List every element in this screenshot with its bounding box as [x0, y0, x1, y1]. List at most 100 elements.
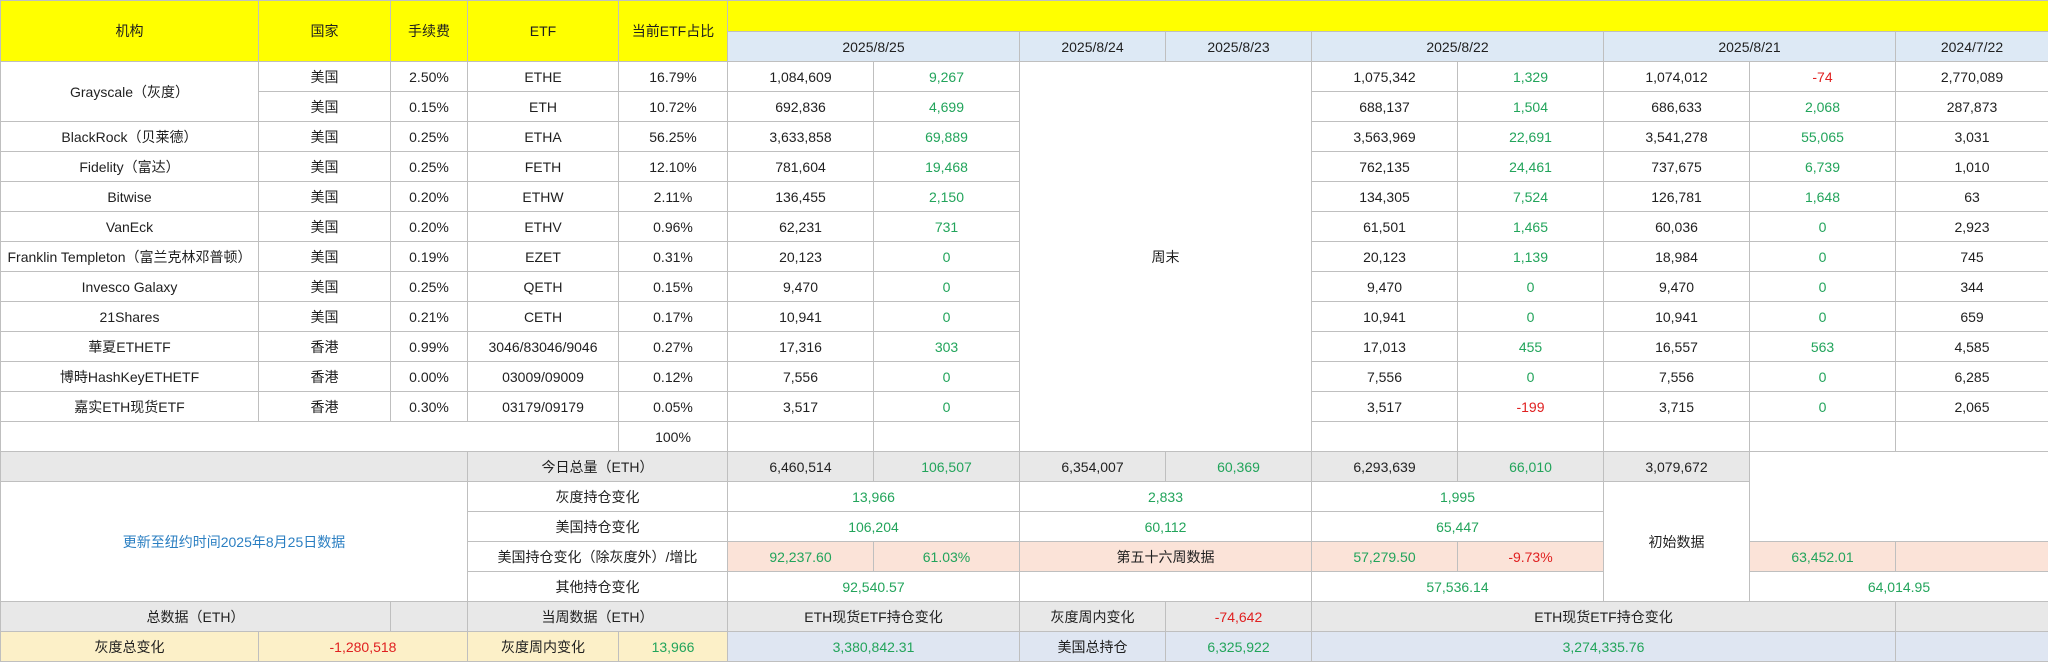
etf-ticker-cell[interactable]: FETH: [467, 151, 619, 182]
holding-8-21[interactable]: 686,633: [1603, 91, 1750, 122]
share-cell[interactable]: 0.96%: [618, 211, 728, 242]
holding-8-25[interactable]: 1,084,609: [727, 61, 874, 92]
share-cell[interactable]: 0.27%: [618, 331, 728, 362]
holding-8-25[interactable]: 3,517: [727, 391, 874, 422]
date-2025-8-25[interactable]: 2025/8/25: [727, 31, 1020, 62]
change-8-25[interactable]: 303: [873, 331, 1020, 362]
gray-change-8-21[interactable]: 1,995: [1311, 481, 1604, 512]
share-cell[interactable]: 16.79%: [618, 61, 728, 92]
change-8-22[interactable]: 7,524: [1457, 181, 1604, 212]
change-8-22[interactable]: 455: [1457, 331, 1604, 362]
change-8-25[interactable]: 0: [873, 271, 1020, 302]
change-8-21[interactable]: 0: [1749, 391, 1896, 422]
change-8-25[interactable]: 0: [873, 241, 1020, 272]
baseline-2024-7-22[interactable]: 2,923: [1895, 211, 2048, 242]
blank-cell[interactable]: [1457, 421, 1604, 452]
institution-name[interactable]: Grayscale（灰度）: [0, 61, 259, 122]
today-total-8-25[interactable]: 6,460,514: [727, 451, 874, 482]
share-cell[interactable]: 2.11%: [618, 181, 728, 212]
institution-name[interactable]: Fidelity（富达）: [0, 151, 259, 182]
holding-8-22[interactable]: 20,123: [1311, 241, 1458, 272]
header-yellow-band[interactable]: [727, 0, 2048, 32]
blank-cell[interactable]: [873, 421, 1020, 452]
share-cell[interactable]: 10.72%: [618, 91, 728, 122]
blank-cell[interactable]: [0, 451, 468, 482]
blank-cell[interactable]: [1603, 421, 1750, 452]
share-cell[interactable]: 0.17%: [618, 301, 728, 332]
etf-ticker-cell[interactable]: QETH: [467, 271, 619, 302]
fee-cell[interactable]: 0.99%: [390, 331, 468, 362]
week-data-label[interactable]: 当周数据（ETH）: [467, 601, 728, 632]
change-8-21[interactable]: 0: [1749, 271, 1896, 302]
fee-cell[interactable]: 0.30%: [390, 391, 468, 422]
institution-name[interactable]: BlackRock（贝莱德）: [0, 121, 259, 152]
weekend-cell[interactable]: 周末: [1019, 61, 1312, 452]
holding-8-21[interactable]: 126,781: [1603, 181, 1750, 212]
baseline-2024-7-22[interactable]: 1,010: [1895, 151, 2048, 182]
other-change-8-25[interactable]: 92,540.57: [727, 571, 1020, 602]
gray-week-label-2[interactable]: 灰度周内变化: [467, 631, 619, 662]
holding-8-25[interactable]: 692,836: [727, 91, 874, 122]
us-ex-gray-ratio-8-25[interactable]: 61.03%: [873, 541, 1020, 572]
country-cell[interactable]: 美国: [258, 301, 391, 332]
us-ex-gray-ratio-8-22[interactable]: -9.73%: [1457, 541, 1604, 572]
share-cell[interactable]: 12.10%: [618, 151, 728, 182]
header-institution[interactable]: 机构: [0, 0, 259, 62]
holding-8-21[interactable]: 3,541,278: [1603, 121, 1750, 152]
holding-8-22[interactable]: 10,941: [1311, 301, 1458, 332]
holding-8-25[interactable]: 781,604: [727, 151, 874, 182]
etf-ticker-cell[interactable]: ETHW: [467, 181, 619, 212]
country-cell[interactable]: 香港: [258, 331, 391, 362]
date-2025-8-23[interactable]: 2025/8/23: [1165, 31, 1312, 62]
change-8-22[interactable]: 1,504: [1457, 91, 1604, 122]
holding-8-22[interactable]: 61,501: [1311, 211, 1458, 242]
change-8-25[interactable]: 9,267: [873, 61, 1020, 92]
baseline-2024-7-22[interactable]: 4,585: [1895, 331, 2048, 362]
change-8-25[interactable]: 19,468: [873, 151, 1020, 182]
baseline-2024-7-22[interactable]: 2,065: [1895, 391, 2048, 422]
date-2025-8-24[interactable]: 2025/8/24: [1019, 31, 1166, 62]
etf-change-label[interactable]: ETH现货ETF持仓变化: [727, 601, 1020, 632]
change-8-22[interactable]: 1,329: [1457, 61, 1604, 92]
fee-cell[interactable]: 0.25%: [390, 151, 468, 182]
blank-cell[interactable]: [1895, 421, 2048, 452]
holding-8-21[interactable]: 16,557: [1603, 331, 1750, 362]
us-ex-gray-8-25[interactable]: 92,237.60: [727, 541, 874, 572]
share-cell[interactable]: 56.25%: [618, 121, 728, 152]
gray-week-value-2[interactable]: 13,966: [618, 631, 728, 662]
blank-cell[interactable]: [1895, 631, 2048, 662]
fee-cell[interactable]: 0.25%: [390, 121, 468, 152]
date-2025-8-21[interactable]: 2025/8/21: [1603, 31, 1896, 62]
blank-cell[interactable]: [1749, 421, 1896, 452]
institution-name[interactable]: 博時HashKeyETHETF: [0, 361, 259, 392]
change-8-21[interactable]: 6,739: [1749, 151, 1896, 182]
change-8-25[interactable]: 0: [873, 361, 1020, 392]
etf-ticker-cell[interactable]: 03179/09179: [467, 391, 619, 422]
fee-cell[interactable]: 0.20%: [390, 211, 468, 242]
change-8-21[interactable]: 1,648: [1749, 181, 1896, 212]
change-8-22[interactable]: 24,461: [1457, 151, 1604, 182]
institution-name[interactable]: Bitwise: [0, 181, 259, 212]
etf-change-value-2[interactable]: 3,274,335.76: [1311, 631, 1896, 662]
change-8-21[interactable]: 0: [1749, 361, 1896, 392]
etf-change-label-2[interactable]: ETH现货ETF持仓变化: [1311, 601, 1896, 632]
fee-cell[interactable]: 0.00%: [390, 361, 468, 392]
holding-8-25[interactable]: 7,556: [727, 361, 874, 392]
etf-change-value[interactable]: 3,380,842.31: [727, 631, 1020, 662]
change-8-22[interactable]: 1,465: [1457, 211, 1604, 242]
date-2024-7-22[interactable]: 2024/7/22: [1895, 31, 2048, 62]
change-8-22[interactable]: 0: [1457, 301, 1604, 332]
fee-cell[interactable]: 0.19%: [390, 241, 468, 272]
gray-change-8-22[interactable]: 2,833: [1019, 481, 1312, 512]
country-cell[interactable]: 美国: [258, 271, 391, 302]
blank-cell[interactable]: [727, 421, 874, 452]
holding-8-21[interactable]: 1,074,012: [1603, 61, 1750, 92]
holding-8-21[interactable]: 9,470: [1603, 271, 1750, 302]
change-8-25[interactable]: 4,699: [873, 91, 1020, 122]
holding-8-22[interactable]: 7,556: [1311, 361, 1458, 392]
blank-cell[interactable]: [1019, 571, 1312, 602]
us-change-8-22[interactable]: 60,112: [1019, 511, 1312, 542]
fee-cell[interactable]: 0.15%: [390, 91, 468, 122]
header-etf[interactable]: ETF: [467, 0, 619, 62]
holding-8-25[interactable]: 10,941: [727, 301, 874, 332]
